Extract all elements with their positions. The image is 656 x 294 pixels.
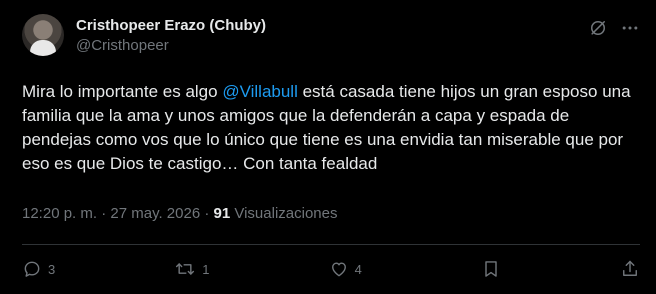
views-count[interactable]: 91 bbox=[214, 205, 231, 222]
tweet-text-part1: Mira lo importante es algo bbox=[22, 82, 223, 101]
share-button[interactable] bbox=[620, 259, 640, 279]
like-icon bbox=[329, 259, 349, 279]
reply-count: 3 bbox=[48, 261, 56, 277]
mention-link[interactable]: @Villabull bbox=[222, 82, 298, 101]
bookmark-button[interactable] bbox=[481, 259, 501, 279]
tweet: Cristhopeer Erazo (Chuby) @Cristhopeer M… bbox=[0, 0, 656, 294]
like-count: 4 bbox=[354, 261, 362, 277]
more-icon[interactable] bbox=[620, 18, 640, 38]
author-names: Cristhopeer Erazo (Chuby) @Cristhopeer bbox=[76, 16, 266, 56]
header-actions bbox=[588, 18, 640, 38]
meta-separator: · bbox=[97, 205, 111, 222]
meta-separator: · bbox=[200, 205, 214, 222]
author-handle[interactable]: @Cristhopeer bbox=[76, 36, 266, 56]
retweet-count: 1 bbox=[202, 261, 210, 277]
like-button[interactable]: 4 bbox=[329, 259, 362, 279]
retweet-icon bbox=[174, 259, 196, 279]
action-bar: 3 1 4 bbox=[22, 254, 640, 284]
tweet-time[interactable]: 12:20 p. m. bbox=[22, 205, 97, 222]
tweet-header: Cristhopeer Erazo (Chuby) @Cristhopeer bbox=[22, 14, 640, 62]
tweet-text: Mira lo importante es algo @Villabull es… bbox=[22, 80, 642, 176]
tweet-meta: 12:20 p. m. · 27 may. 2026 · 91 Visualiz… bbox=[22, 204, 338, 224]
avatar[interactable] bbox=[22, 14, 64, 56]
reply-button[interactable]: 3 bbox=[22, 259, 55, 279]
share-icon bbox=[620, 259, 640, 279]
grok-icon[interactable] bbox=[588, 18, 608, 38]
retweet-button[interactable]: 1 bbox=[174, 259, 210, 279]
bookmark-icon bbox=[481, 259, 501, 279]
reply-icon bbox=[22, 259, 42, 279]
views-label: Visualizaciones bbox=[230, 205, 338, 222]
author-display-name[interactable]: Cristhopeer Erazo (Chuby) bbox=[76, 16, 266, 36]
tweet-date[interactable]: 27 may. 2026 bbox=[110, 205, 200, 222]
divider bbox=[22, 244, 640, 245]
